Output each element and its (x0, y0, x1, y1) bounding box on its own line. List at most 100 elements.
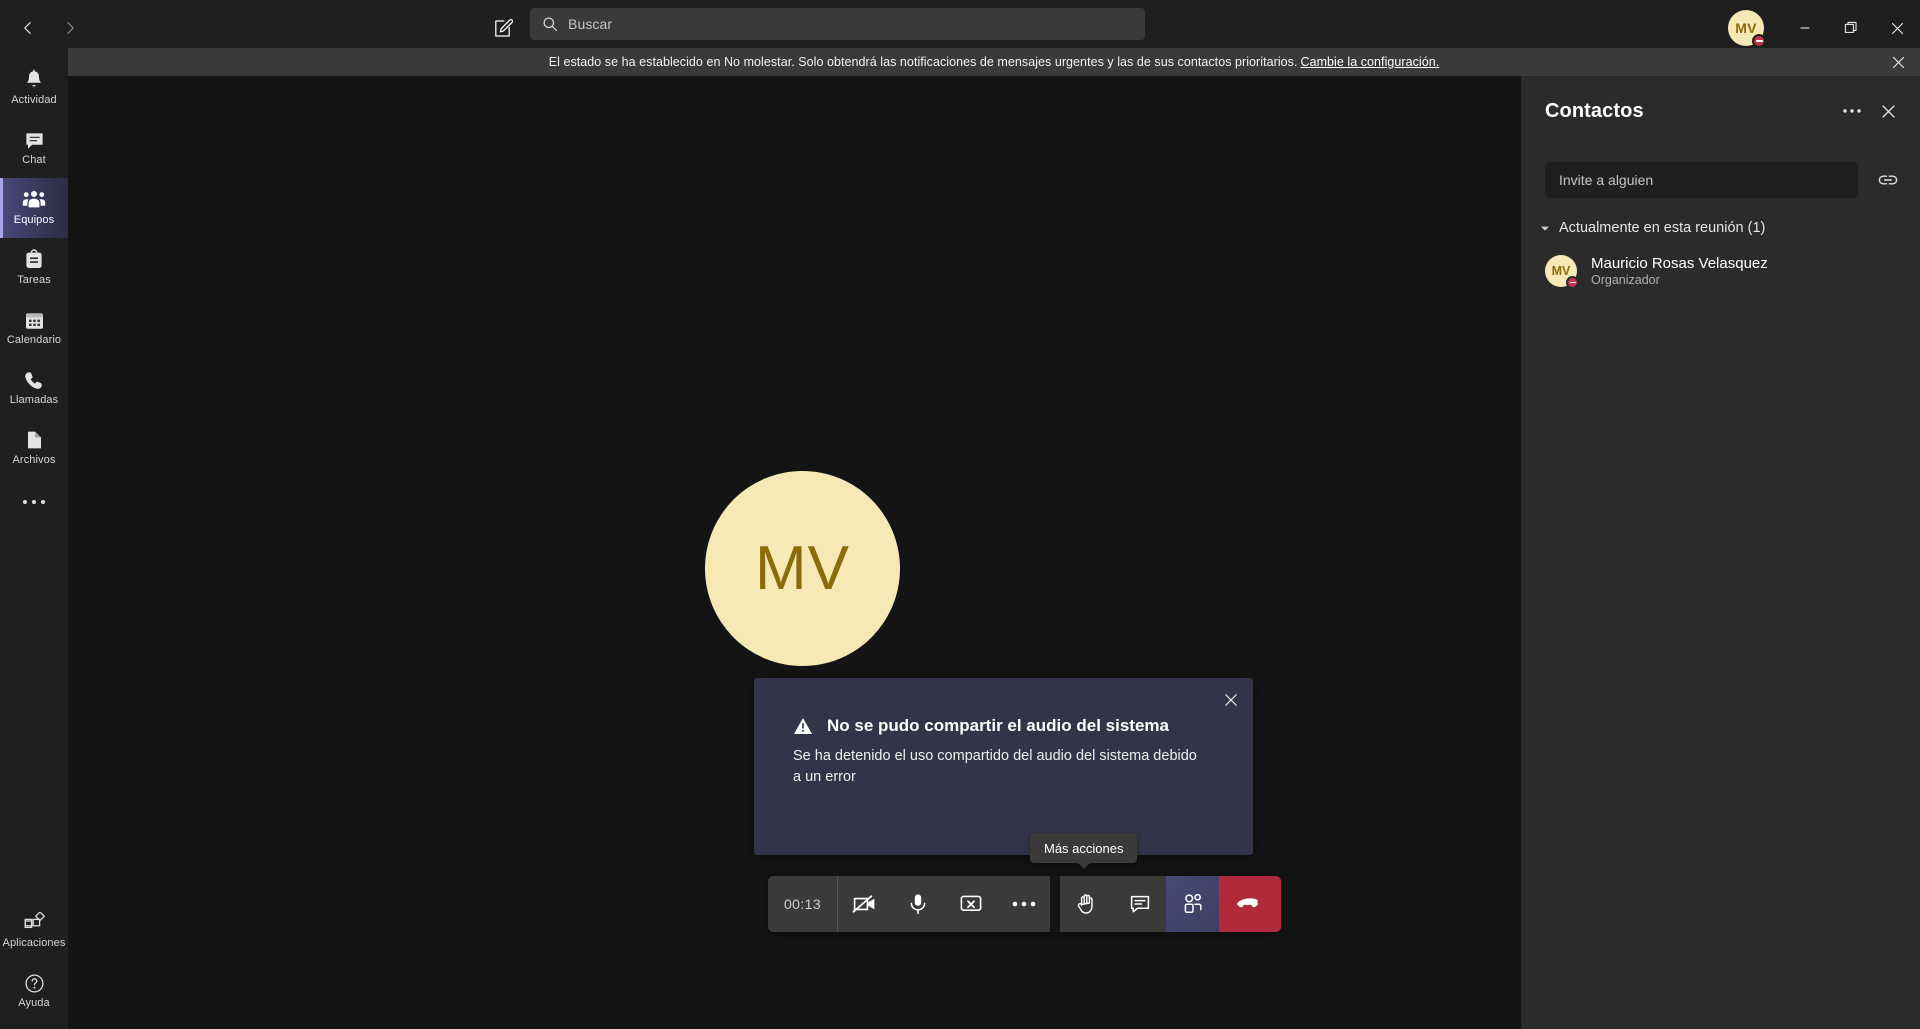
hangup-phone-icon (1237, 898, 1258, 908)
compose-new-chat-icon (494, 18, 513, 37)
search-bar[interactable]: Buscar (530, 8, 1145, 40)
raise-hand-icon (1077, 894, 1093, 914)
sidebar-item-label: Ayuda (18, 997, 50, 1009)
banner-close-button[interactable] (1884, 48, 1912, 76)
teams-people-icon (22, 189, 46, 211)
help-question-icon (24, 972, 45, 994)
participants-toggle-button[interactable] (1166, 876, 1219, 932)
sidebar-bottom-group: Aplicaciones Ayuda (0, 901, 68, 1021)
camera-off-icon (852, 895, 874, 913)
participant-name: Mauricio Rosas Velasquez (1591, 255, 1768, 272)
sidebar-item-label: Chat (22, 154, 46, 166)
close-icon (1881, 104, 1895, 118)
sidebar-item-label: Aplicaciones (2, 937, 66, 949)
status-notification-banner: El estado se ha establecido en No molest… (68, 48, 1920, 76)
back-button[interactable] (12, 12, 44, 44)
navigation-arrows (12, 12, 86, 44)
contacts-more-options-button[interactable] (1836, 95, 1868, 127)
sidebar-item-actividad[interactable]: Actividad (0, 58, 68, 118)
maximize-icon (1844, 21, 1857, 33)
account-avatar-button[interactable]: MV (1728, 10, 1766, 48)
list-item[interactable]: MV Mauricio Rosas Velasquez Organizador (1521, 245, 1920, 297)
contacts-close-button[interactable] (1872, 95, 1904, 127)
search-icon (542, 16, 558, 32)
control-group-primary: 00:13 (768, 876, 1050, 932)
meeting-control-bar: 00:13 (768, 876, 1281, 932)
section-title: Actualmente en esta reunión (1) (1559, 220, 1766, 236)
sidebar-item-ayuda[interactable]: Ayuda (0, 961, 68, 1021)
forward-button[interactable] (54, 12, 86, 44)
presence-badge-dnd (1752, 34, 1766, 48)
microphone-icon (910, 894, 925, 915)
chat-toggle-button[interactable] (1113, 876, 1166, 932)
meeting-timer: 00:13 (768, 876, 838, 932)
invite-someone-input[interactable] (1545, 162, 1858, 198)
system-audio-error-toast: No se pudo compartir el audio del sistem… (754, 678, 1253, 855)
hangup-button[interactable] (1219, 876, 1281, 932)
search-input[interactable]: Buscar (568, 16, 612, 32)
copy-join-link-button[interactable] (1872, 164, 1904, 196)
presence-badge-dnd (1566, 276, 1579, 289)
banner-settings-link[interactable]: Cambie la configuración. (1301, 55, 1440, 69)
sidebar-item-llamadas[interactable]: Llamadas (0, 358, 68, 418)
sidebar-item-calendario[interactable]: Calendario (0, 298, 68, 358)
more-actions-tooltip: Más acciones (1030, 833, 1138, 869)
tasks-icon (24, 249, 44, 271)
sidebar-item-equipos[interactable]: Equipos (0, 178, 68, 238)
share-screen-stop-icon (960, 895, 981, 912)
participant-avatar-large: MV (705, 471, 900, 666)
sidebar-item-label: Archivos (12, 454, 56, 466)
current-meeting-section-header[interactable]: Actualmente en esta reunión (1) (1521, 211, 1920, 245)
sidebar-more-apps-button[interactable] (0, 478, 68, 526)
phone-icon (24, 369, 44, 391)
close-icon (1891, 22, 1903, 34)
toast-title: No se pudo compartir el audio del sistem… (827, 716, 1169, 735)
ellipsis-icon (1843, 109, 1861, 113)
control-group-secondary (1060, 876, 1281, 932)
ellipsis-icon (22, 499, 46, 505)
file-icon (25, 429, 43, 451)
participant-info: Mauricio Rosas Velasquez Organizador (1591, 255, 1768, 287)
page-title: Contactos (1545, 99, 1644, 122)
sidebar-item-label: Llamadas (9, 394, 59, 406)
apps-grid-icon (23, 912, 45, 934)
close-icon (1892, 56, 1904, 68)
sidebar-item-label: Actividad (11, 94, 57, 106)
caret-down-icon (1539, 225, 1551, 232)
avatar-wrapper: MV (1545, 255, 1579, 289)
chat-bubble-icon (24, 129, 45, 151)
meeting-stage: MV No se pudo compartir el audio del sis… (68, 76, 1521, 1029)
copy-link-icon (1878, 175, 1898, 185)
toast-header: No se pudo compartir el audio del sistem… (754, 678, 1253, 740)
contacts-panel-header: Contactos (1521, 76, 1920, 146)
invite-row (1521, 162, 1920, 198)
raise-hand-button[interactable] (1060, 876, 1113, 932)
sidebar-item-label: Calendario (6, 334, 62, 346)
sidebar-item-label: Tareas (17, 274, 51, 286)
left-navigation-rail: Actividad Chat Equipos Tareas Calendario… (0, 56, 68, 1029)
sidebar-item-label: Equipos (13, 214, 55, 226)
chat-bubble-icon (1130, 895, 1149, 913)
more-actions-button[interactable] (997, 876, 1050, 932)
calendar-icon (24, 309, 45, 331)
people-icon (1184, 893, 1202, 913)
close-icon (1225, 694, 1237, 706)
banner-message: El estado se ha establecido en No molest… (548, 55, 1298, 69)
toast-body: Se ha detenido el uso compartido del aud… (793, 748, 1197, 785)
camera-toggle-button[interactable] (838, 876, 891, 932)
sidebar-item-chat[interactable]: Chat (0, 118, 68, 178)
compose-new-chat-button[interactable] (484, 10, 520, 46)
sidebar-item-tareas[interactable]: Tareas (0, 238, 68, 298)
stop-sharing-button[interactable] (944, 876, 997, 932)
ellipsis-icon (1012, 901, 1035, 907)
bell-icon (24, 69, 44, 91)
chevron-right-icon (67, 22, 74, 34)
toast-close-button[interactable] (1217, 686, 1245, 714)
sidebar-item-aplicaciones[interactable]: Aplicaciones (0, 901, 68, 961)
microphone-toggle-button[interactable] (891, 876, 944, 932)
contacts-panel: Contactos Invite a alguien Actualmente e… (1521, 76, 1920, 1029)
minimize-icon (1800, 27, 1810, 29)
chevron-left-icon (24, 22, 31, 34)
sidebar-item-archivos[interactable]: Archivos (0, 418, 68, 478)
control-bar-separator (1050, 876, 1060, 932)
